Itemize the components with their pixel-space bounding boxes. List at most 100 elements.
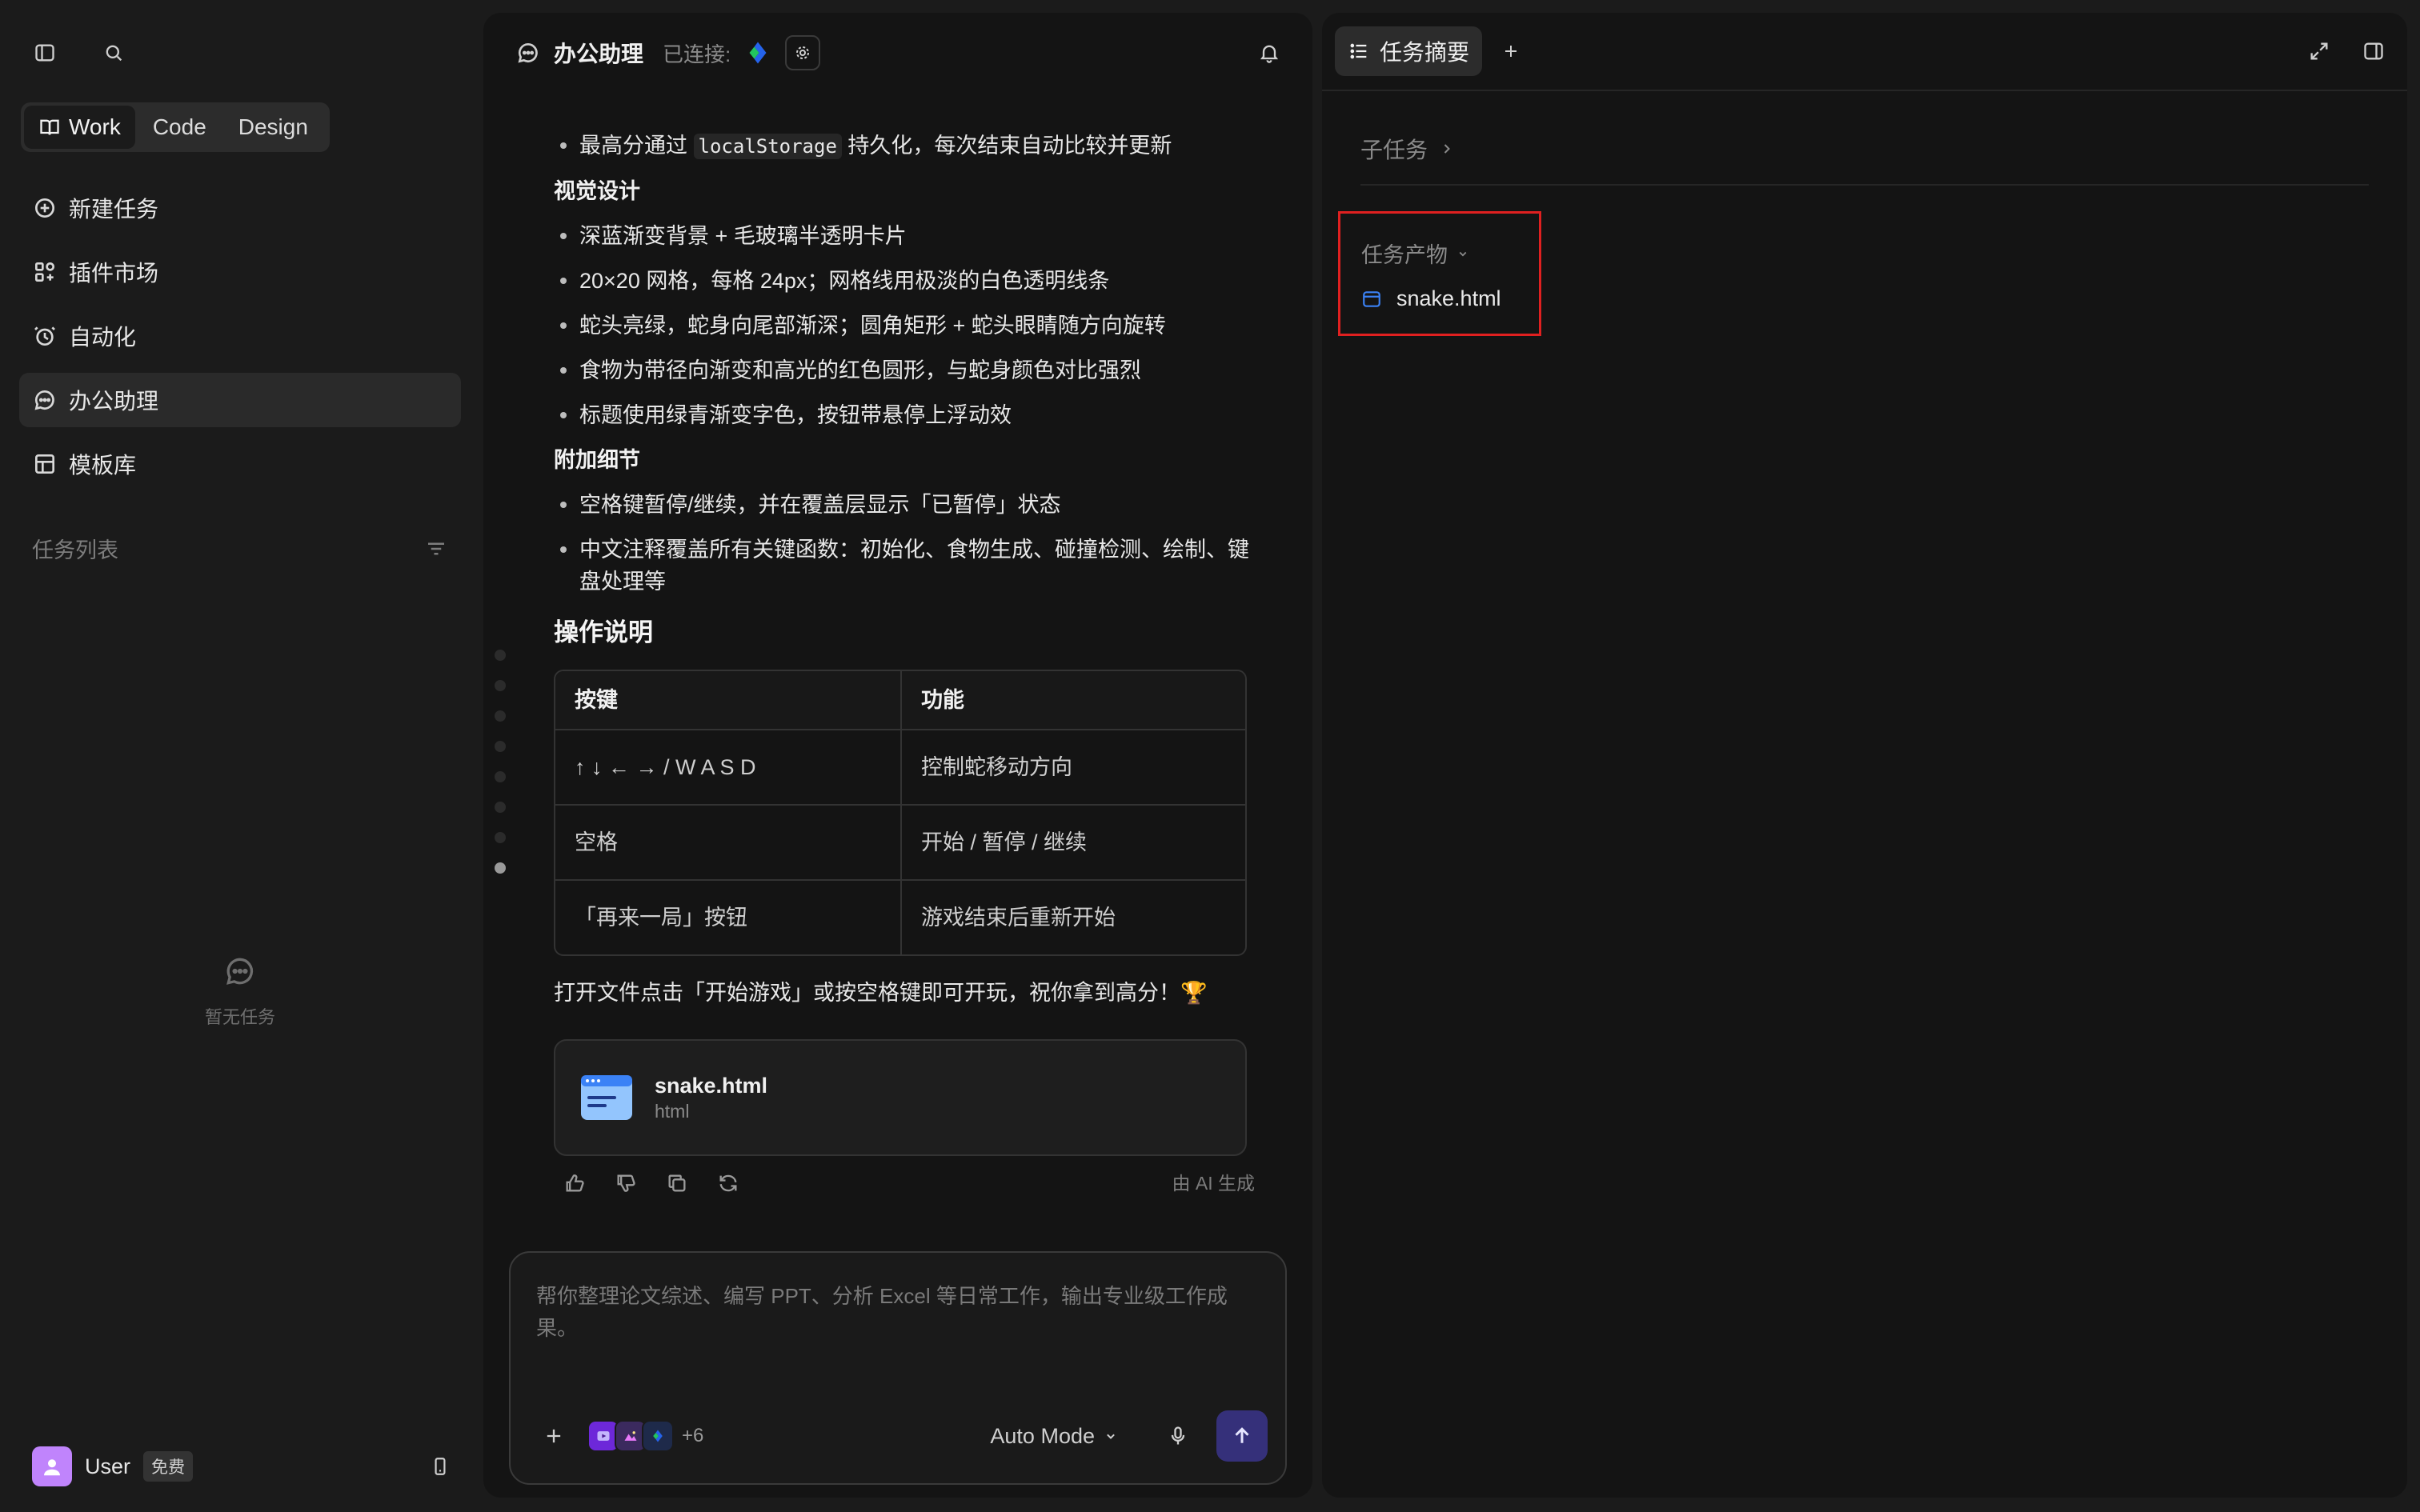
chat-header: 办公助理 已连接: xyxy=(483,13,1312,93)
sidebar-item-label: 模板库 xyxy=(69,453,137,478)
voice-input-button[interactable] xyxy=(1167,1425,1189,1447)
plus-icon xyxy=(1505,46,1517,57)
mode-work-label: Work xyxy=(69,114,121,139)
artifact-file-name: snake.html xyxy=(1396,286,1501,310)
subtask-section[interactable]: 子任务 xyxy=(1360,133,1455,165)
artifact-file-item[interactable]: snake.html xyxy=(1361,286,1518,311)
task-summary-header: 任务摘要 xyxy=(1322,13,2407,91)
connector-logo-icon xyxy=(653,1430,663,1442)
expand-icon[interactable] xyxy=(2308,40,2330,62)
send-button[interactable] xyxy=(1216,1410,1268,1462)
filter-icon[interactable] xyxy=(424,537,448,561)
avatar[interactable] xyxy=(32,1446,72,1486)
nav-dot-active[interactable] xyxy=(495,862,506,874)
nav-dot[interactable] xyxy=(495,832,506,843)
sidebar-item-label: 插件市场 xyxy=(69,261,159,286)
html-file-icon xyxy=(581,1075,632,1120)
copy-icon[interactable] xyxy=(666,1172,688,1194)
sidebar-item-plugins[interactable]: 插件市场 xyxy=(19,245,461,299)
arrow-up-icon xyxy=(1235,1427,1249,1443)
list-item: 中文注释覆盖所有关键函数：初始化、食物生成、碰撞检测、绘制、键盘处理等 xyxy=(554,534,1255,598)
sidebar-item-label: 办公助理 xyxy=(69,389,159,414)
chat-bubble-icon xyxy=(34,390,54,410)
user-profile[interactable]: User 免费 xyxy=(32,1446,456,1486)
mode-selector[interactable]: Auto Mode xyxy=(990,1424,1119,1449)
mode-code-label: Code xyxy=(152,114,206,139)
list-item: 标题使用绿青渐变字色，按钮带悬停上浮动效 xyxy=(554,399,1255,431)
task-list-header: 任务列表 xyxy=(32,533,448,564)
connector-tool-icon[interactable] xyxy=(642,1420,674,1452)
highscore-text-post: 持久化，每次结束自动比较并更新 xyxy=(847,134,1172,158)
mobile-device-button[interactable] xyxy=(424,1450,456,1482)
tab-task-summary[interactable]: 任务摘要 xyxy=(1335,26,1483,76)
phone-icon xyxy=(435,1458,446,1475)
inline-code: localStorage xyxy=(693,134,842,159)
thumbs-up-icon[interactable] xyxy=(563,1172,586,1194)
sidebar-item-templates[interactable]: 模板库 xyxy=(19,437,461,491)
chevron-down-icon xyxy=(1107,1434,1115,1439)
nav-dot[interactable] xyxy=(495,771,506,782)
microphone-icon xyxy=(1171,1426,1185,1445)
template-icon xyxy=(35,454,54,474)
connection-status: 已连接: xyxy=(663,42,731,66)
ai-generated-tag: 由 AI 生成 xyxy=(1172,1173,1255,1194)
toggle-sidebar-button[interactable] xyxy=(29,37,61,69)
regenerate-icon[interactable] xyxy=(717,1172,739,1194)
nav-dot[interactable] xyxy=(495,802,506,813)
plus-icon xyxy=(547,1429,561,1443)
composer-input[interactable]: 帮你整理论文综述、编写 PPT、分析 Excel 等日常工作，输出专业级工作成果… xyxy=(536,1280,1240,1344)
message-navigation-dots[interactable] xyxy=(495,650,506,874)
list-item: 食物为带径向渐变和高光的红色圆形，与蛇身颜色对比强烈 xyxy=(554,354,1255,386)
mode-code-button[interactable]: Code xyxy=(138,106,221,149)
highscore-text-pre: 最高分通过 xyxy=(579,134,687,158)
table-header-cell: 功能 xyxy=(900,671,1245,729)
table-row: ↑ ↓ ← → / W A S D 控制蛇移动方向 xyxy=(555,729,1245,804)
more-tools-count[interactable]: +6 xyxy=(682,1425,703,1447)
notification-button[interactable] xyxy=(1258,42,1280,64)
table-cell: ↑ ↓ ← → / W A S D xyxy=(575,755,756,779)
artifacts-header[interactable]: 任务产物 xyxy=(1361,238,1518,269)
empty-task-state: 暂无任务 xyxy=(160,954,320,1029)
panel-toggle-icon[interactable] xyxy=(2362,40,2385,62)
user-icon xyxy=(44,1459,60,1476)
add-tab-button[interactable] xyxy=(1501,42,1521,61)
visual-design-heading: 视觉设计 xyxy=(554,179,640,203)
list-item: 20×20 网格，每格 24px；网格线用极淡的白色透明线条 xyxy=(554,265,1255,297)
nav-dot[interactable] xyxy=(495,710,506,722)
thumbs-down-icon[interactable] xyxy=(615,1172,637,1194)
nav-dot[interactable] xyxy=(495,741,506,752)
message-composer[interactable]: 帮你整理论文综述、编写 PPT、分析 Excel 等日常工作，输出专业级工作成果… xyxy=(509,1251,1287,1485)
add-attachment-button[interactable] xyxy=(536,1418,571,1454)
chevron-down-icon xyxy=(1459,251,1467,257)
subtask-label: 子任务 xyxy=(1360,138,1428,162)
sidebar-item-office-assistant[interactable]: 办公助理 xyxy=(19,373,461,427)
file-type: html xyxy=(655,1101,690,1122)
plus-circle-icon xyxy=(35,198,54,218)
plan-badge: 免费 xyxy=(143,1451,194,1482)
file-attachment-card[interactable]: snake.html html xyxy=(554,1039,1247,1156)
connector-logo-icon[interactable] xyxy=(743,38,772,67)
assistant-message: 最高分通过 localStorage 持久化，每次结束自动比较并更新 视觉设计 … xyxy=(554,130,1255,1199)
search-icon xyxy=(106,45,122,62)
sidebar-panel-icon xyxy=(35,44,54,62)
search-button[interactable] xyxy=(98,37,130,69)
sidebar-item-automation[interactable]: 自动化 xyxy=(19,309,461,363)
nav-dot[interactable] xyxy=(495,650,506,661)
sidebar-item-new-task[interactable]: 新建任务 xyxy=(19,181,461,235)
chat-bubble-icon xyxy=(518,42,538,63)
panel-actions xyxy=(2308,40,2394,62)
extra-details-heading: 附加细节 xyxy=(554,448,640,472)
mode-design-button[interactable]: Design xyxy=(224,106,323,149)
table-row: 「再来一局」按钮 游戏结束后重新开始 xyxy=(555,879,1245,954)
mode-design-label: Design xyxy=(238,114,308,139)
plugins-icon xyxy=(34,262,54,282)
nav-dot[interactable] xyxy=(495,680,506,691)
mode-work-button[interactable]: Work xyxy=(24,106,135,149)
gear-icon xyxy=(796,46,810,59)
file-info: snake.html html xyxy=(655,1072,767,1123)
tool-icons[interactable]: +6 xyxy=(587,1420,703,1452)
chat-title: 办公助理 xyxy=(554,42,644,66)
chat-panel: 办公助理 已连接: 最高分通过 localStorage 持久化，每次结束自动比… xyxy=(483,13,1312,1498)
connector-settings-button[interactable] xyxy=(785,35,821,70)
browser-file-icon xyxy=(1363,290,1380,307)
